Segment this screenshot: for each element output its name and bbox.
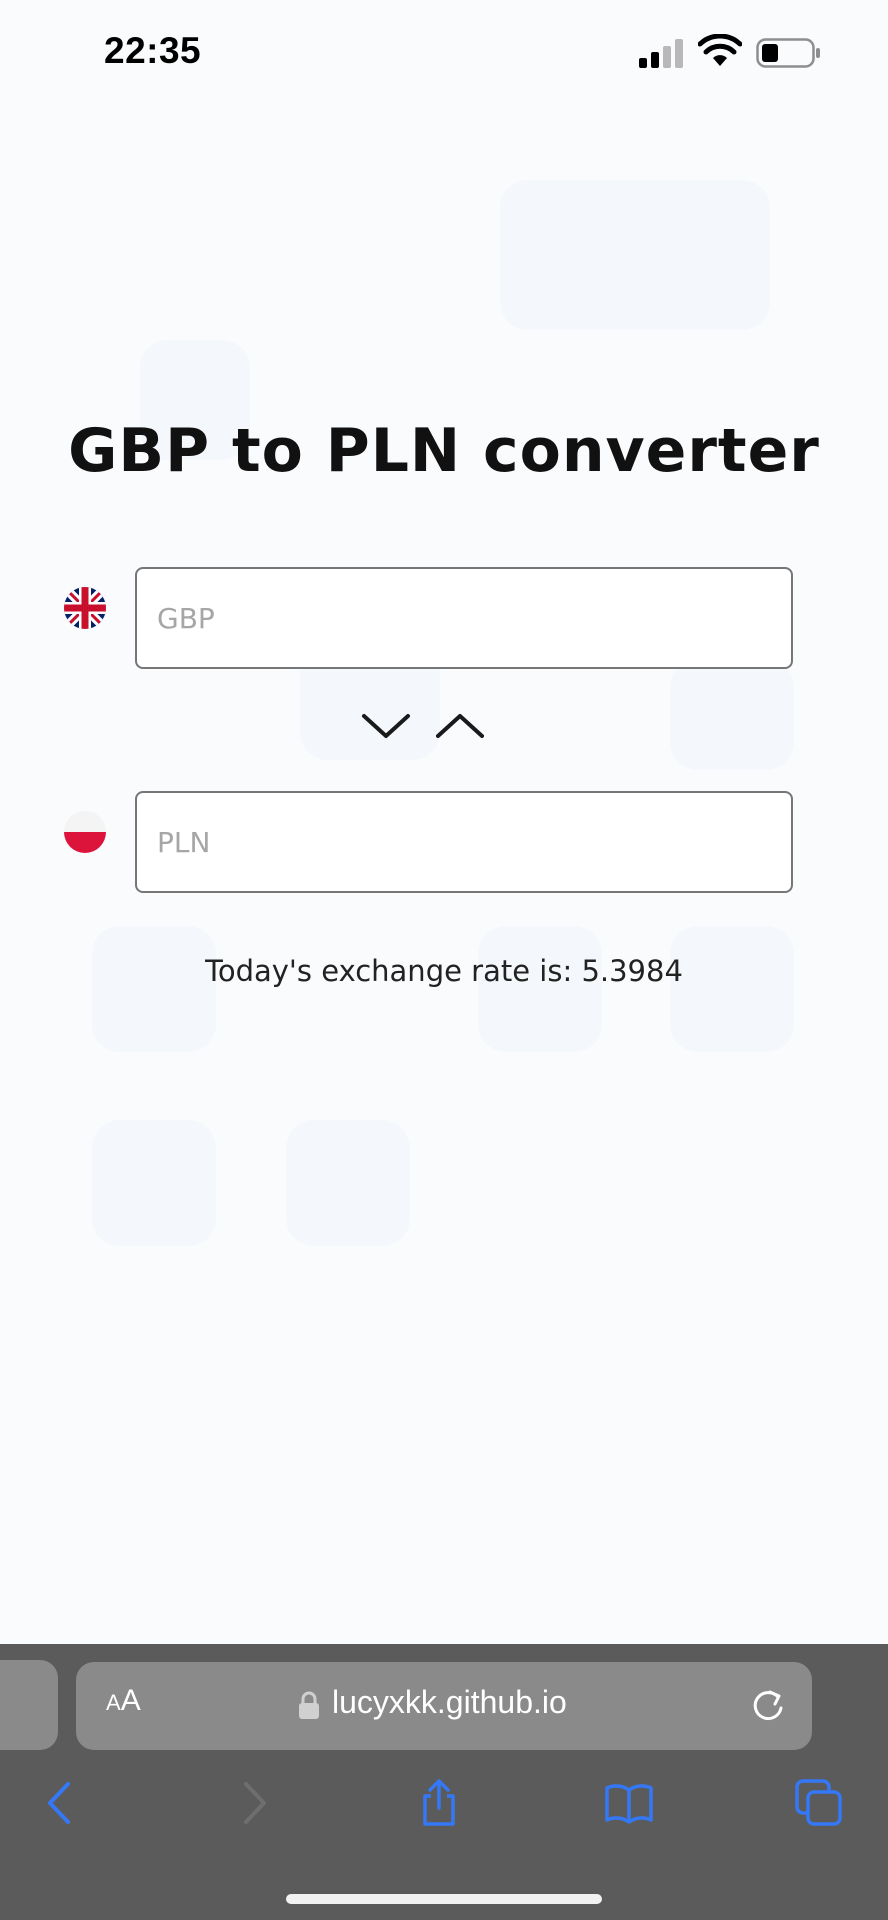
previous-tab-preview[interactable]: [0, 1660, 58, 1750]
background-tile: [670, 926, 794, 1052]
forward-icon[interactable]: [228, 1778, 278, 1828]
lock-icon: [299, 1691, 319, 1719]
tabs-icon[interactable]: [794, 1778, 844, 1828]
bookmarks-icon[interactable]: [604, 1778, 654, 1828]
background-tile: [286, 1120, 410, 1246]
exchange-rate-text: Today's exchange rate is: 5.3984: [205, 954, 683, 988]
signal-icon: [639, 39, 683, 68]
poland-flag-icon: [64, 811, 106, 853]
pln-input[interactable]: [135, 791, 793, 893]
text-size-button[interactable]: AA: [106, 1684, 141, 1718]
status-bar: 22:35: [0, 0, 888, 104]
url-text[interactable]: lucyxkk.github.io: [332, 1684, 567, 1721]
back-icon[interactable]: [36, 1778, 86, 1828]
battery-icon: [756, 38, 820, 68]
background-tile: [92, 926, 216, 1052]
address-bar[interactable]: AA lucyxkk.github.io: [76, 1662, 812, 1750]
chevron-down-icon[interactable]: [358, 708, 414, 744]
gbp-input[interactable]: [135, 567, 793, 669]
text-size-large-glyph: A: [120, 1684, 141, 1717]
home-indicator: [286, 1894, 602, 1904]
chevron-up-icon[interactable]: [432, 708, 488, 744]
status-time: 22:35: [104, 30, 202, 71]
background-tile: [478, 926, 602, 1052]
reload-icon[interactable]: [748, 1684, 788, 1724]
background-tile: [500, 180, 770, 330]
browser-toolbar: AA lucyxkk.github.io: [0, 1644, 888, 1920]
share-icon[interactable]: [414, 1778, 464, 1828]
uk-flag-icon: [64, 587, 106, 629]
page-title: GBP to PLN converter: [68, 416, 820, 486]
background-tile: [670, 660, 794, 770]
background-tile: [92, 1120, 216, 1246]
wifi-icon: [698, 34, 742, 66]
text-size-small-glyph: A: [106, 1690, 121, 1715]
